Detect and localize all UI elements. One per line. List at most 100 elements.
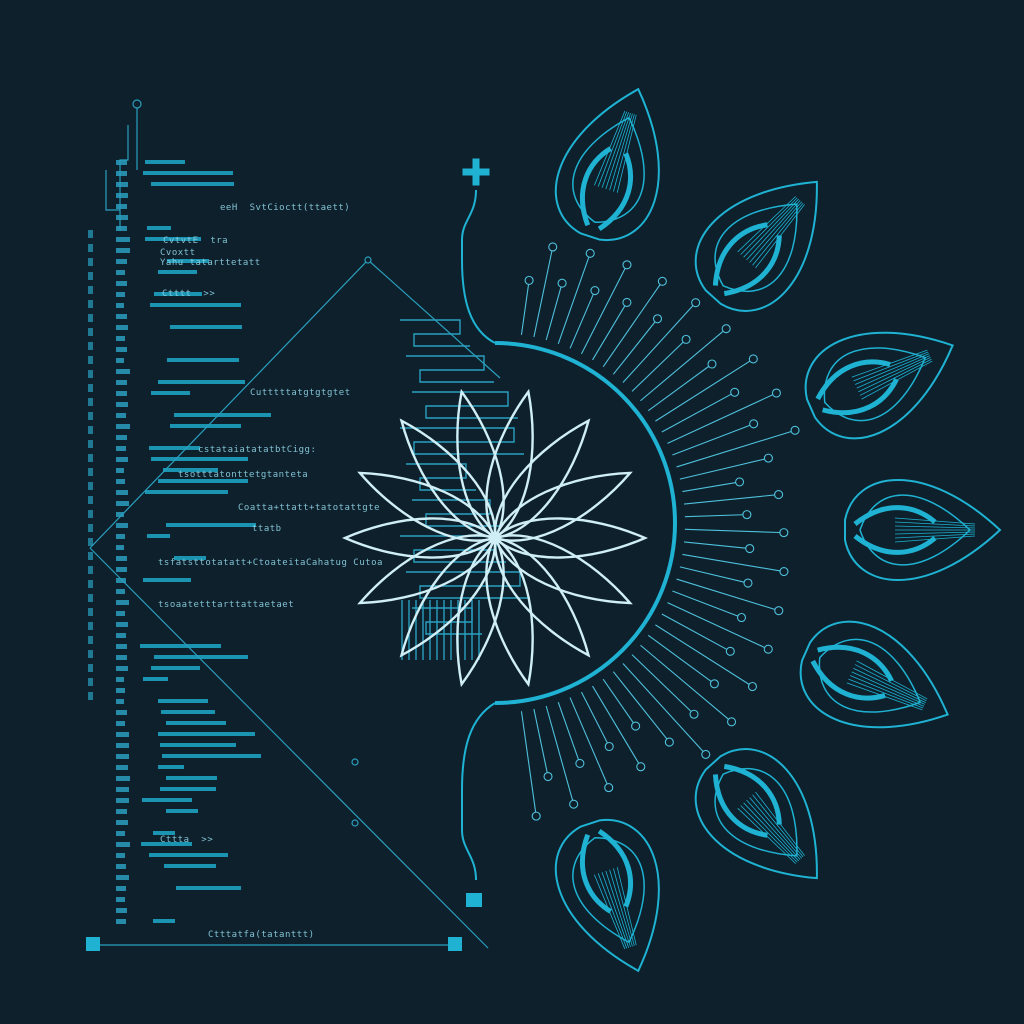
code-line: Ctttatfa(tatanttt)	[208, 930, 315, 940]
code-bar	[116, 831, 125, 836]
code-bar	[116, 919, 126, 924]
code-line: tsfatsttotatatt+CtoateitaCahatug Cutoa	[158, 558, 383, 568]
code-bar	[116, 457, 128, 462]
code-bar	[116, 633, 126, 638]
circuit-node	[631, 721, 641, 731]
code-bar	[116, 787, 129, 792]
circuit-node	[569, 799, 579, 809]
circuit-node	[774, 606, 784, 616]
code-bar	[116, 358, 124, 363]
code-bar	[166, 809, 198, 813]
code-bar	[88, 286, 93, 294]
code-bar	[116, 336, 125, 341]
outer-petal	[804, 331, 954, 440]
code-bar	[88, 356, 93, 364]
circuit-node	[590, 286, 600, 296]
outer-petal	[694, 180, 818, 312]
code-bar	[88, 622, 93, 630]
code-bar	[158, 732, 255, 736]
code-bar	[116, 567, 127, 572]
code-bar	[88, 370, 93, 378]
code-bar	[158, 380, 245, 384]
code-bar	[116, 446, 126, 451]
code-bar	[160, 743, 236, 747]
code-line: Yahu tatarttetatt	[160, 258, 261, 268]
code-bar	[140, 644, 221, 648]
circuit-node	[743, 578, 753, 588]
code-bar	[116, 413, 126, 418]
code-bar	[88, 482, 93, 490]
code-bar	[116, 215, 128, 220]
code-bar	[174, 413, 271, 417]
code-bar	[116, 545, 124, 550]
lotus-petal	[493, 471, 633, 542]
code-bar	[116, 226, 127, 231]
circuit-node	[725, 646, 735, 656]
code-bar	[88, 440, 93, 448]
code-bar	[116, 160, 127, 165]
code-bar	[116, 732, 129, 737]
circuit-node	[701, 749, 711, 759]
code-bar	[116, 699, 124, 704]
code-bar	[88, 468, 93, 476]
code-bar	[116, 589, 125, 594]
code-bar	[88, 678, 93, 686]
code-bar	[116, 424, 130, 429]
circuit-node	[604, 783, 614, 793]
outer-petal	[799, 620, 949, 729]
code-bar	[116, 204, 127, 209]
code-bar	[116, 776, 130, 781]
circuit-node	[707, 359, 717, 369]
code-bar	[116, 864, 126, 869]
code-line: tsoaatetttarttattaetaet	[158, 600, 295, 610]
code-bar	[150, 303, 241, 307]
outer-flower-petals	[555, 87, 1002, 973]
code-bar	[116, 281, 127, 286]
code-bar	[88, 510, 93, 518]
circuit-node	[742, 510, 752, 520]
code-bar	[116, 292, 125, 297]
circuit-node	[726, 717, 737, 727]
center-lotus-flower	[341, 388, 649, 688]
code-bar	[158, 699, 208, 703]
circuit-node	[763, 644, 773, 654]
code-bar	[116, 754, 129, 759]
code-bar	[153, 919, 175, 923]
code-bar	[88, 230, 93, 238]
code-bar	[116, 501, 129, 506]
circuit-node	[531, 811, 541, 821]
circuit-node	[748, 354, 758, 364]
circuit-node	[691, 298, 701, 308]
code-bar	[88, 328, 93, 336]
lotus-center	[489, 532, 501, 544]
circuit-node	[622, 297, 632, 307]
circuit-node	[657, 276, 667, 286]
code-bar	[158, 270, 197, 274]
code-bar	[149, 446, 200, 450]
code-bar	[116, 182, 128, 187]
code-bar	[143, 578, 191, 582]
code-bar	[147, 534, 170, 538]
lotus-petal	[493, 534, 633, 605]
code-bar	[88, 566, 93, 574]
code-bar	[116, 809, 127, 814]
code-bar	[116, 688, 125, 693]
code-bar	[116, 677, 124, 682]
circuit-node	[779, 528, 789, 538]
code-bar	[88, 412, 93, 420]
code-bar	[88, 384, 93, 392]
code-bar	[88, 664, 93, 672]
code-bar	[143, 677, 168, 681]
code-bar	[164, 864, 216, 868]
code-bar	[116, 908, 127, 913]
code-bar	[166, 721, 226, 725]
code-bar	[88, 496, 93, 504]
code-line: cstataiatatatbtCigg:	[198, 445, 317, 455]
code-bar	[166, 523, 256, 527]
code-bar	[116, 490, 128, 495]
outer-petal	[555, 819, 660, 973]
code-bar	[88, 580, 93, 588]
circuit-node	[575, 758, 585, 769]
code-bar	[116, 468, 124, 473]
circuit-node	[585, 248, 595, 258]
